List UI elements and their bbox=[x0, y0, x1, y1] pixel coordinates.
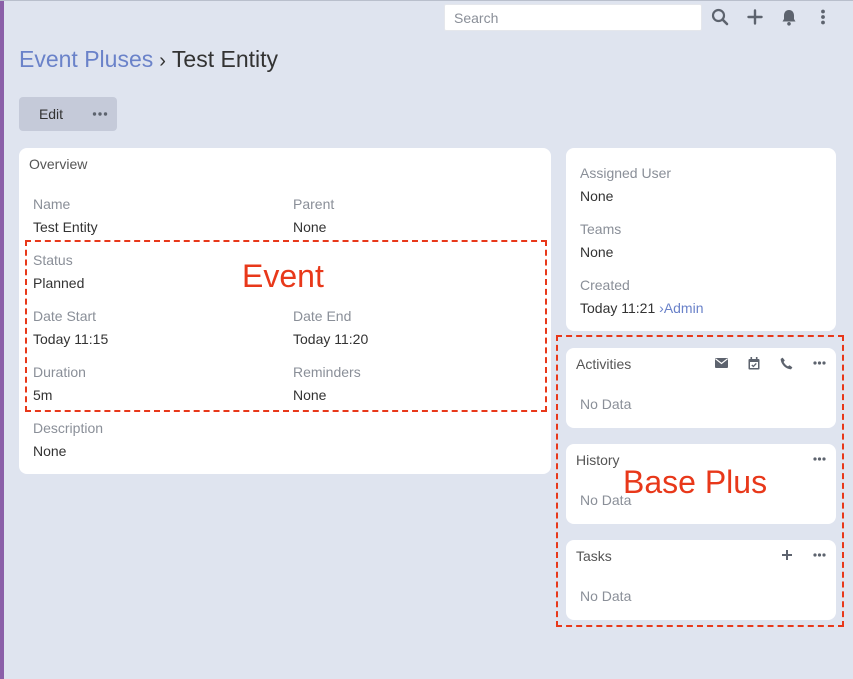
created-by-link[interactable]: Admin bbox=[664, 300, 704, 316]
record-actions: Edit bbox=[19, 97, 117, 131]
breadcrumb-parent-link[interactable]: Event Pluses bbox=[19, 46, 153, 72]
base-plus-annotation-label: Base Plus bbox=[623, 464, 768, 500]
name-label: Name bbox=[33, 196, 71, 212]
page-title: Test Entity bbox=[171, 46, 279, 72]
more-actions-button[interactable] bbox=[83, 97, 117, 131]
kebab-menu-icon[interactable] bbox=[813, 7, 833, 27]
top-border bbox=[0, 0, 853, 1]
search-icon[interactable] bbox=[710, 7, 730, 27]
description-label: Description bbox=[33, 420, 104, 436]
teams-value: None bbox=[580, 244, 614, 260]
created-label: Created bbox=[580, 277, 630, 293]
assigned-user-label: Assigned User bbox=[580, 165, 672, 181]
ellipsis-icon bbox=[92, 112, 108, 116]
plus-icon[interactable] bbox=[745, 7, 765, 27]
assigned-user-value: None bbox=[580, 188, 614, 204]
description-value: None bbox=[33, 443, 67, 459]
parent-label: Parent bbox=[293, 196, 335, 212]
created-value: Today 11:21 ›Admin bbox=[580, 300, 704, 316]
side-info-panel: Assigned User None Teams None Created To… bbox=[566, 148, 836, 331]
edit-button[interactable]: Edit bbox=[19, 97, 83, 131]
app-sidebar-edge bbox=[0, 0, 4, 679]
event-annotation-label: Event bbox=[242, 258, 324, 294]
bell-icon[interactable] bbox=[779, 7, 799, 27]
overview-title: Overview bbox=[29, 156, 88, 172]
created-time: Today 11:21 bbox=[580, 300, 656, 316]
name-value: Test Entity bbox=[33, 219, 98, 235]
teams-label: Teams bbox=[580, 221, 622, 237]
search-input[interactable]: Search bbox=[444, 4, 702, 31]
parent-value: None bbox=[293, 219, 327, 235]
breadcrumb: Event Pluses › Test Entity bbox=[19, 45, 278, 75]
breadcrumb-separator: › bbox=[159, 50, 166, 72]
